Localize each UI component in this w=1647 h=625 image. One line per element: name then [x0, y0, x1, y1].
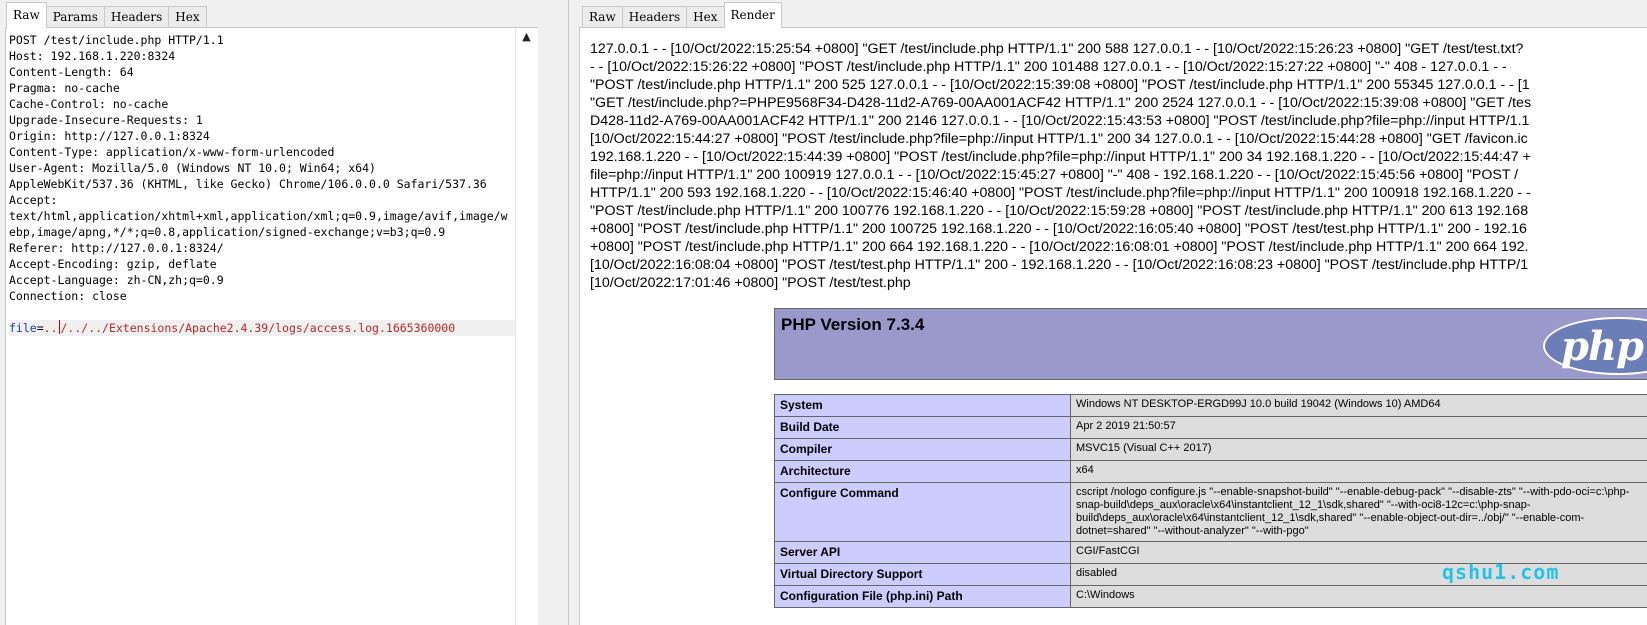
request-body-line[interactable]: file=../../../Extensions/Apache2.4.39/lo…: [9, 320, 515, 336]
info-label: Architecture: [774, 460, 1071, 483]
text-caret: [58, 320, 60, 334]
log-line: 192.168.1.220 - - [10/Oct/2022:15:44:39 …: [590, 149, 1531, 165]
info-label: Configure Command: [774, 482, 1071, 542]
table-row: Compiler MSVC15 (Visual C++ 2017): [774, 438, 1647, 461]
info-value: cscript /nologo configure.js "--enable-s…: [1070, 482, 1647, 542]
info-value: C:\Windows: [1070, 585, 1647, 608]
response-panel: Raw Headers Hex Render 127.0.0.1 - - [10…: [576, 0, 1647, 625]
log-line: D428-11d2-A769-00AA001ACF42 HTTP/1.1" 20…: [590, 113, 1530, 129]
php-logo-text: php: [1561, 323, 1644, 370]
tab-headers[interactable]: Headers: [621, 6, 688, 28]
response-tabbar: Raw Headers Hex Render: [582, 0, 782, 28]
info-label: System: [774, 394, 1071, 417]
request-line: Origin: http://127.0.0.1:8324: [9, 129, 210, 143]
tab-hex[interactable]: Hex: [168, 6, 207, 28]
info-label: Build Date: [774, 416, 1071, 439]
request-line: Host: 192.168.1.220:8324: [9, 49, 176, 63]
table-row: Configure Command cscript /nologo configu…: [774, 482, 1647, 542]
info-label: Configuration File (php.ini) Path: [774, 585, 1071, 608]
info-value: Apr 2 2019 21:50:57: [1070, 416, 1647, 439]
request-line: Cache-Control: no-cache: [9, 97, 169, 111]
request-line-blank: [9, 304, 515, 320]
info-value: Windows NT DESKTOP-ERGD99J 10.0 build 19…: [1070, 394, 1647, 417]
tab-raw[interactable]: Raw: [582, 6, 623, 28]
body-param-eq: =: [36, 321, 44, 335]
body-param-name: file: [9, 321, 37, 335]
info-value: disabled: [1070, 563, 1647, 586]
tab-headers[interactable]: Headers: [103, 6, 170, 28]
log-line: [10/Oct/2022:15:44:27 +0800] "POST /test…: [590, 131, 1528, 147]
request-tabbar: Raw Params Headers Hex: [6, 0, 207, 28]
info-value: MSVC15 (Visual C++ 2017): [1070, 438, 1647, 461]
log-line: - - [10/Oct/2022:15:26:22 +0800] "POST /…: [590, 59, 1507, 75]
body-param-value-start: ..: [43, 321, 58, 335]
request-line: User-Agent: Mozilla/5.0 (Windows NT 10.0…: [9, 161, 376, 175]
body-param-value-rest: /../../Extensions/Apache2.4.39/logs/acce…: [60, 321, 456, 335]
request-line: POST /test/include.php HTTP/1.1: [9, 33, 224, 47]
log-line: 127.0.0.1 - - [10/Oct/2022:15:25:54 +080…: [590, 41, 1524, 57]
log-line: "POST /test/include.php HTTP/1.1" 200 10…: [590, 203, 1529, 219]
table-row: Configuration File (php.ini) Path C:\Wind…: [774, 585, 1647, 608]
tab-params[interactable]: Params: [45, 6, 105, 28]
splitter-line: [568, 0, 569, 625]
request-line: Accept:: [9, 193, 58, 207]
log-line: "GET /test/include.php?=PHPE9568F34-D428…: [590, 95, 1532, 111]
request-line: Content-Type: application/x-www-form-url…: [9, 145, 335, 159]
pane-splitter[interactable]: [556, 0, 576, 625]
render-view[interactable]: 127.0.0.1 - - [10/Oct/2022:15:25:54 +080…: [579, 27, 1647, 625]
info-label: Compiler: [774, 438, 1071, 461]
request-editor[interactable]: POST /test/include.php HTTP/1.1 Host: 19…: [5, 27, 538, 625]
info-value: CGI/FastCGI: [1070, 541, 1647, 564]
watermark: qshu1.com: [1442, 560, 1560, 584]
request-text[interactable]: POST /test/include.php HTTP/1.1 Host: 19…: [9, 32, 515, 622]
request-line: text/html,application/xhtml+xml,applicat…: [9, 209, 508, 223]
table-row: Architecture x64: [774, 460, 1647, 483]
request-line: Referer: http://127.0.0.1:8324/: [9, 241, 224, 255]
php-version-title: PHP Version 7.3.4: [781, 315, 925, 334]
table-row: System Windows NT DESKTOP-ERGD99J 10.0 bu…: [774, 394, 1647, 417]
request-line: Content-Length: 64: [9, 65, 134, 79]
log-line: HTTP/1.1" 200 593 192.168.1.220 - - [10/…: [590, 185, 1531, 201]
log-line: +0800] "POST /test/include.php HTTP/1.1"…: [590, 239, 1529, 255]
request-line: Accept-Language: zh-CN,zh;q=0.9: [9, 273, 224, 287]
request-line: Pragma: no-cache: [9, 81, 120, 95]
access-log-text: 127.0.0.1 - - [10/Oct/2022:15:25:54 +080…: [590, 40, 1647, 292]
php-logo: php: [1543, 317, 1647, 375]
info-value: x64: [1070, 460, 1647, 483]
log-line: "POST /test/include.php HTTP/1.1" 200 52…: [590, 77, 1530, 93]
scroll-up-icon[interactable]: ▲: [516, 28, 537, 46]
tab-raw[interactable]: Raw: [6, 2, 47, 28]
phpinfo-header: PHP Version 7.3.4 php: [774, 308, 1647, 380]
request-line: Connection: close: [9, 289, 127, 303]
table-row: Build Date Apr 2 2019 21:50:57: [774, 416, 1647, 439]
request-line: Accept-Encoding: gzip, deflate: [9, 257, 217, 271]
request-line: Upgrade-Insecure-Requests: 1: [9, 113, 203, 127]
log-line: +0800] "POST /test/include.php HTTP/1.1"…: [590, 221, 1527, 237]
request-panel: Raw Params Headers Hex POST /test/includ…: [0, 0, 556, 625]
request-scrollbar[interactable]: ▲: [515, 28, 538, 625]
request-line: AppleWebKit/537.36 (KHTML, like Gecko) C…: [9, 177, 487, 191]
request-line: ebp,image/apng,*/*;q=0.8,application/sig…: [9, 225, 446, 239]
info-label: Virtual Directory Support: [774, 563, 1071, 586]
log-line: [10/Oct/2022:17:01:46 +0800] "POST /test…: [590, 275, 911, 291]
info-label: Server API: [774, 541, 1071, 564]
log-line: file=php://input HTTP/1.1" 200 100919 12…: [590, 167, 1519, 183]
tab-render[interactable]: Render: [723, 2, 782, 28]
log-line: [10/Oct/2022:16:08:04 +0800] "POST /test…: [590, 257, 1529, 273]
tab-hex[interactable]: Hex: [686, 6, 725, 28]
